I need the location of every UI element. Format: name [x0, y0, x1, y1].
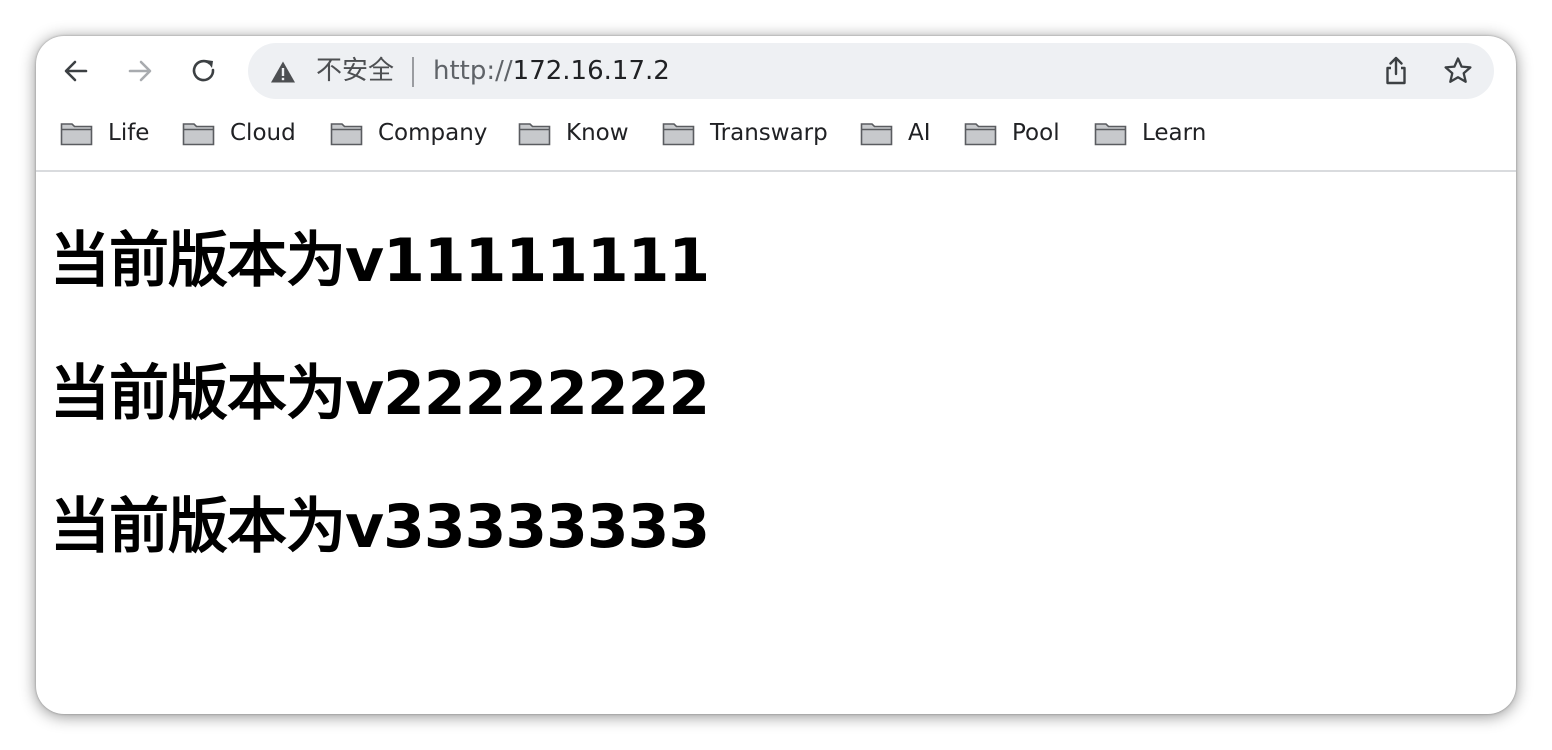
bookmark-folder-ai[interactable]: AI	[860, 118, 931, 148]
bookmark-folder-company[interactable]: Company	[330, 118, 487, 148]
folder-icon	[518, 122, 551, 145]
browser-toolbar: 不安全 http://172.16.17.2	[36, 36, 1516, 106]
version-heading: 当前版本为v33333333	[50, 492, 710, 562]
folder-icon	[964, 122, 997, 145]
star-icon[interactable]	[1442, 55, 1474, 87]
bookmark-folder-cloud[interactable]: Cloud	[182, 118, 296, 148]
bookmark-folder-know[interactable]: Know	[518, 118, 629, 148]
address-bar[interactable]: 不安全 http://172.16.17.2	[248, 43, 1494, 99]
folder-icon	[60, 122, 93, 145]
arrow-left-icon	[64, 60, 88, 82]
bookmark-folder-transwarp[interactable]: Transwarp	[662, 118, 828, 148]
reload-button[interactable]	[186, 53, 222, 89]
folder-icon	[860, 122, 893, 145]
bookmark-label: Life	[108, 120, 150, 146]
bookmark-folder-learn[interactable]: Learn	[1094, 118, 1206, 148]
screenshot-stage: 不安全 http://172.16.17.2 Life Cloud Compan…	[0, 0, 1552, 750]
page-content: 当前版本为v11111111 当前版本为v22222222 当前版本为v3333…	[36, 172, 1516, 714]
bookmark-label: Cloud	[230, 120, 296, 146]
warning-triangle-icon[interactable]	[270, 60, 296, 84]
bookmark-label: AI	[908, 120, 931, 146]
reload-icon	[192, 59, 215, 82]
back-button[interactable]	[58, 53, 94, 89]
bookmark-label: Learn	[1142, 120, 1207, 146]
arrow-right-icon	[128, 60, 152, 82]
bookmark-label: Pool	[1012, 120, 1060, 146]
folder-icon	[1094, 122, 1127, 145]
security-status-label[interactable]: 不安全	[316, 56, 394, 86]
url-text[interactable]: http://172.16.17.2	[433, 56, 670, 86]
omnibox-divider	[412, 57, 414, 87]
bookmarks-bar: Life Cloud Company Know Transwarp AI Poo…	[36, 106, 1516, 172]
folder-icon	[182, 122, 215, 145]
browser-window: 不安全 http://172.16.17.2 Life Cloud Compan…	[36, 36, 1516, 714]
folder-icon	[662, 122, 695, 145]
bookmark-folder-life[interactable]: Life	[60, 118, 149, 148]
bookmark-label: Company	[378, 120, 488, 146]
share-icon[interactable]	[1380, 55, 1412, 87]
bookmark-label: Know	[566, 120, 629, 146]
forward-button[interactable]	[122, 53, 158, 89]
url-scheme: http://	[433, 56, 513, 86]
url-host: 172.16.17.2	[512, 56, 670, 86]
bookmark-folder-pool[interactable]: Pool	[964, 118, 1060, 148]
bookmark-label: Transwarp	[710, 120, 828, 146]
folder-icon	[330, 122, 363, 145]
version-heading: 当前版本为v11111111	[50, 226, 710, 296]
version-heading: 当前版本为v22222222	[50, 359, 710, 429]
